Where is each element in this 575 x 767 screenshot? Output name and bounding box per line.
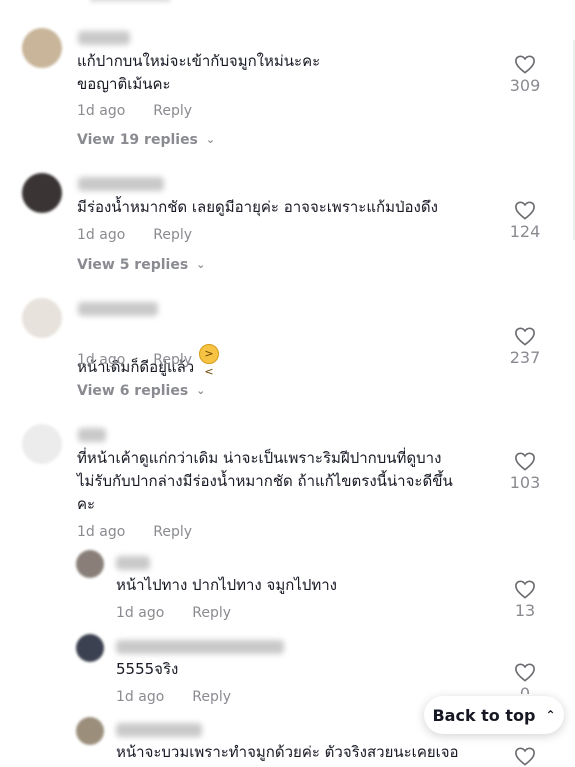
comment-text: แก้ปากบนใหม่จะเข้ากับจมูกใหม่นะคะ ขอญาติ… xyxy=(77,52,321,93)
chevron-down-icon: ⌄ xyxy=(205,133,216,146)
view-replies-label: View 5 replies xyxy=(77,257,189,273)
username-blurred[interactable] xyxy=(78,428,106,442)
like-button[interactable]: 13 xyxy=(505,579,545,620)
like-count: 237 xyxy=(509,348,541,367)
reply-button[interactable]: Reply xyxy=(153,227,192,243)
comment-time: 1d ago xyxy=(77,524,126,540)
like-count: 103 xyxy=(509,473,541,492)
reply-time: 1d ago xyxy=(116,689,165,705)
comment-meta: 1d ago Reply xyxy=(77,103,192,119)
heart-outline-icon xyxy=(515,55,535,74)
username-blurred[interactable] xyxy=(78,31,130,45)
heart-outline-icon xyxy=(515,580,535,599)
view-replies-label: View 19 replies xyxy=(77,132,198,148)
view-replies-button[interactable]: View 5 replies ⌄ xyxy=(77,257,205,273)
like-button[interactable]: 0 xyxy=(505,662,545,694)
comment-time: 1d ago xyxy=(77,352,126,368)
reply-meta: 1d ago Reply xyxy=(116,605,231,621)
view-replies-button[interactable]: View 6 replies ⌄ xyxy=(77,383,205,399)
comment-text: มีร่องน้ำหมากชัด เลยดูมีอายุค่ะ อาจจะเพร… xyxy=(77,198,438,216)
reply-button[interactable]: Reply xyxy=(192,605,231,621)
heart-outline-icon xyxy=(515,747,535,766)
cropped-top-content xyxy=(90,0,170,2)
avatar[interactable] xyxy=(22,298,62,338)
comment-text: ที่หน้าเค้าดูแก่กว่าเดิม น่าจะเป็นเพราะร… xyxy=(77,449,453,513)
like-button[interactable]: 309 xyxy=(505,54,545,95)
like-count: 13 xyxy=(514,601,536,620)
like-button[interactable]: 237 xyxy=(505,326,545,367)
avatar[interactable] xyxy=(76,550,104,578)
reply-text: 5555จริง xyxy=(116,660,179,678)
username-blurred[interactable] xyxy=(116,556,150,570)
comment-time: 1d ago xyxy=(77,227,126,243)
reply-text: หน้าจะบวมเพราะทำจมูกด้วยค่ะ ตัวจริงสวยนะ… xyxy=(116,743,459,761)
heart-outline-icon xyxy=(515,327,535,346)
avatar[interactable] xyxy=(76,717,104,745)
view-replies-label: View 6 replies xyxy=(77,383,189,399)
heart-outline-icon xyxy=(515,201,535,220)
avatar[interactable] xyxy=(22,424,62,464)
username-blurred[interactable] xyxy=(78,177,164,191)
back-to-top-button[interactable]: Back to top ⌃ xyxy=(424,696,564,734)
reply-button[interactable]: Reply xyxy=(153,524,192,540)
heart-outline-icon xyxy=(515,663,535,682)
comment-meta: 1d ago Reply xyxy=(77,227,192,243)
username-blurred[interactable] xyxy=(116,640,284,654)
like-count: 309 xyxy=(509,76,541,95)
reply-text: หน้าไปทาง ปากไปทาง จมูกไปทาง xyxy=(116,576,337,594)
like-count: 0 xyxy=(519,684,531,694)
avatar[interactable] xyxy=(22,28,62,68)
comment-meta: 1d ago Reply xyxy=(77,352,192,368)
heart-outline-icon xyxy=(515,452,535,471)
like-count: 124 xyxy=(509,222,541,241)
avatar[interactable] xyxy=(76,634,104,662)
reply-button[interactable]: Reply xyxy=(153,352,192,368)
comment-meta: 1d ago Reply xyxy=(77,524,192,540)
like-button[interactable]: 124 xyxy=(505,200,545,241)
like-button[interactable]: 103 xyxy=(505,451,545,492)
reply-button[interactable]: Reply xyxy=(153,103,192,119)
back-to-top-label: Back to top xyxy=(432,705,536,725)
reply-time: 1d ago xyxy=(116,605,165,621)
laughing-emoji-icon: >< xyxy=(199,344,220,378)
reply-meta: 1d ago Reply xyxy=(116,689,231,705)
comment-text: หน้าเดิมก็ดีอยู่แล้ว >< xyxy=(77,321,220,379)
comment-time: 1d ago xyxy=(77,103,126,119)
username-blurred[interactable] xyxy=(78,302,158,316)
view-replies-button[interactable]: View 19 replies ⌄ xyxy=(77,132,215,148)
chevron-down-icon: ⌄ xyxy=(196,384,206,397)
reply-button[interactable]: Reply xyxy=(192,689,231,705)
chevron-down-icon: ⌄ xyxy=(196,258,206,271)
avatar[interactable] xyxy=(22,173,62,213)
double-chevron-up-icon: ⌃ xyxy=(545,708,556,722)
username-blurred[interactable] xyxy=(116,723,202,737)
like-button[interactable] xyxy=(505,746,545,766)
